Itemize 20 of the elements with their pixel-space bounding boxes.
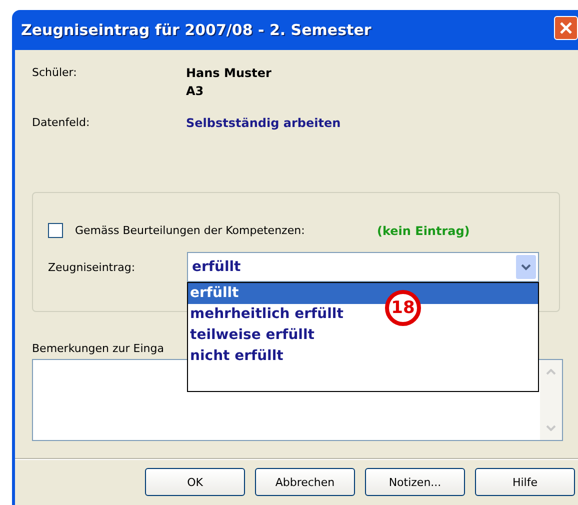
remarks-label: Bemerkungen zur Einga [32, 342, 164, 355]
checkbox[interactable] [48, 223, 63, 238]
field-value: A3 [186, 83, 205, 100]
field-label: Schüler: [32, 65, 78, 81]
combo-label: Zeugniseintrag: [48, 260, 136, 274]
dropdown-field[interactable]: erfüllt [187, 252, 539, 282]
window-title: Zeugniseintrag für 2007/08 - 2. Semester [21, 21, 372, 39]
field-value: Selbstständig arbeiten [186, 115, 341, 132]
dialog-button[interactable]: Hilfe [475, 468, 575, 496]
dialog-button[interactable]: Abbrechen [255, 468, 355, 496]
status-text: (kein Eintrag) [377, 224, 470, 238]
close-button[interactable] [554, 16, 578, 40]
dialog-button[interactable]: OK [145, 468, 245, 496]
chevron-down-icon [516, 255, 536, 279]
field-value: Hans Muster [186, 65, 272, 82]
checkbox-label: Gemäss Beurteilungen der Kompetenzen: [75, 224, 306, 237]
field-label: Datenfeld: [32, 115, 91, 131]
dialog-button[interactable]: Notizen... [365, 468, 465, 496]
close-icon [559, 21, 573, 35]
scrollbar[interactable] [540, 360, 562, 440]
